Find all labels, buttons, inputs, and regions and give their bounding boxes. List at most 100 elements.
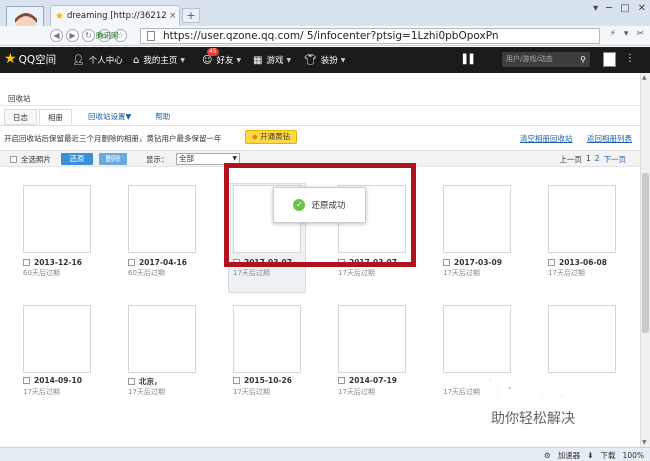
scrollbar-thumb[interactable] [642,173,649,333]
pager-page[interactable]: 2 [595,154,600,165]
scroll-up-icon[interactable]: ▲ [642,74,647,81]
scissors-icon[interactable]: ✂ [636,29,644,39]
url-text[interactable]: https://user.qzone.qq.com/ 5/infocenter?… [163,29,499,44]
qzone-logo[interactable]: ★ QQ空间 [4,51,56,67]
vip-button-label: 开通黄钻 [260,132,291,141]
download-label[interactable]: 下载 [601,450,616,461]
photo-caption[interactable]: 2015-10-26 [233,376,292,385]
photo-thumb[interactable] [233,305,301,373]
photo-thumb[interactable] [128,185,196,253]
tab-help[interactable]: 帮助 [147,109,178,125]
photo-caption[interactable]: 2014-07-19 [338,376,397,385]
search-icon[interactable]: ⚲ [580,52,586,67]
photo-expire: 60天后过期 [23,269,60,277]
photo-checkbox[interactable] [23,377,30,384]
empty-recycle-link[interactable]: 清空相册回收站 [520,133,573,144]
photo-expire: 17天后过期 [233,269,270,277]
delete-button[interactable]: 删除 [99,153,127,165]
photo-thumb[interactable] [548,305,616,373]
photo-caption[interactable]: 2014-09-10 [23,376,82,385]
photo-thumb[interactable] [338,305,406,373]
grid-icon: ▦ [253,54,263,66]
photo-date: 2014-07-19 [349,376,397,385]
qzone-search-input[interactable]: 用户/游戏/动态 ⚲ [502,52,590,67]
photo-date: 2014-09-10 [34,376,82,385]
tab-recycle-settings[interactable]: 回收站设置▼ [80,109,139,125]
nav-decorate[interactable]: 👕︎ 装扮 ▼ [304,54,345,67]
status-items: ⚙ 加速器 ⬇ 下载 100% [544,450,644,461]
photo-expire: 17天后过期 [443,388,480,396]
minimize-icon[interactable]: ─ [606,3,612,14]
select-all-label[interactable]: 全选照片 [21,154,51,165]
nav-friends[interactable]: ☺ 好友 ▼ [202,54,242,67]
annotation-highlight-box [224,163,416,267]
nav-games[interactable]: ▦ 游戏 ▼ [253,54,291,67]
photo-checkbox[interactable] [233,377,240,384]
open-vip-button[interactable]: ◆ 开通黄钻 [245,130,298,144]
photo-thumb[interactable] [548,185,616,253]
reload-icon[interactable]: ↻ [82,29,95,42]
photo-date: 2017-04-16 [139,258,187,267]
photo-checkbox[interactable] [338,377,345,384]
url-input[interactable]: 腾讯网 https://user.qzone.qq.com/ 5/infocen… [96,28,600,44]
forward-icon[interactable]: ▶ [66,29,79,42]
chevron-down-icon: ▼ [236,56,242,64]
photo-checkbox[interactable] [128,378,135,385]
pager-next[interactable]: 下一页 [604,154,627,165]
show-filter-value: 全部 [179,154,194,163]
scroll-down-icon[interactable]: ▼ [642,439,647,446]
search-placeholder: 用户/游戏/动态 [506,55,553,63]
show-label: 显示： [146,155,169,164]
lightning-icon[interactable]: ⚡ [610,29,616,39]
recycle-tabs: 日志 相册 回收站设置▼ 帮助 [4,109,180,125]
pager-prev[interactable]: 上一页 [559,154,582,165]
tab-close-icon[interactable]: × [169,11,177,21]
menu-icon[interactable]: ▾ [593,3,598,14]
photo-caption[interactable]: 2017-03-09 [443,258,502,267]
photo-thumb[interactable] [443,305,511,373]
zoom-level[interactable]: 100% [623,451,644,460]
nav-my-home[interactable]: ⌂ 我的主页 ▼ [133,54,185,67]
photo-expire: 17天后过期 [338,269,375,277]
friends-icon: ☺ [202,54,213,66]
nav-personal-center[interactable]: 👤︎ 个人中心 [72,54,123,67]
photo-thumb[interactable] [23,305,91,373]
accelerator-label[interactable]: 加速器 [558,450,581,461]
photo-caption[interactable]: 2013-06-08 [548,258,607,267]
nav-label: 个人中心 [88,56,123,66]
back-to-albums-link[interactable]: 返回相册列表 [587,133,632,144]
back-icon[interactable]: ◀ [50,29,63,42]
music-bars-icon[interactable]: ▌▌ [463,55,477,65]
friends-badge: 45 [207,48,219,56]
photo-checkbox[interactable] [548,259,555,266]
select-all-checkbox[interactable] [10,156,17,163]
photo-caption[interactable]: 北京， [128,376,162,387]
close-window-icon[interactable]: ✕ [638,3,646,14]
photo-caption[interactable]: 2013-12-16 [23,258,82,267]
photo-thumb[interactable] [128,305,196,373]
page-scrollbar[interactable]: ▲ ▼ [640,73,650,447]
browser-status-bar: ⚙ 加速器 ⬇ 下载 100% [0,447,650,461]
user-mini-avatar[interactable] [603,52,616,67]
nav-label: 装扮 [320,56,338,66]
photo-caption[interactable]: 2017-04-16 [128,258,187,267]
tab-album[interactable]: 相册 [39,109,72,125]
tab-blog[interactable]: 日志 [4,109,37,125]
pager-page-current: 1 [585,154,591,163]
photo-checkbox[interactable] [128,259,135,266]
photo-thumb[interactable] [23,185,91,253]
photo-checkbox[interactable] [443,259,450,266]
recycle-notice: 开启回收站后保留最近三个月删除的相册，黄钻用户最多保留一年 [4,134,222,143]
photo-checkbox[interactable] [23,259,30,266]
more-menu-icon[interactable]: ⋮ [625,53,635,64]
browser-tab-strip: ★ dreaming [http://362125 × + ▾ ─ □ ✕ [0,0,650,44]
new-tab-button[interactable]: + [182,8,200,23]
restore-button[interactable]: 还原 [61,153,93,165]
divider [0,105,640,106]
accelerator-icon: ⚙ [544,451,551,460]
photo-thumb[interactable] [443,185,511,253]
dropdown-icon[interactable]: ▾ [624,29,629,39]
browser-tab[interactable]: ★ dreaming [http://362125 × [50,5,180,26]
pager: 上一页 1 2 下一页 [559,154,626,165]
maximize-icon[interactable]: □ [620,3,629,14]
